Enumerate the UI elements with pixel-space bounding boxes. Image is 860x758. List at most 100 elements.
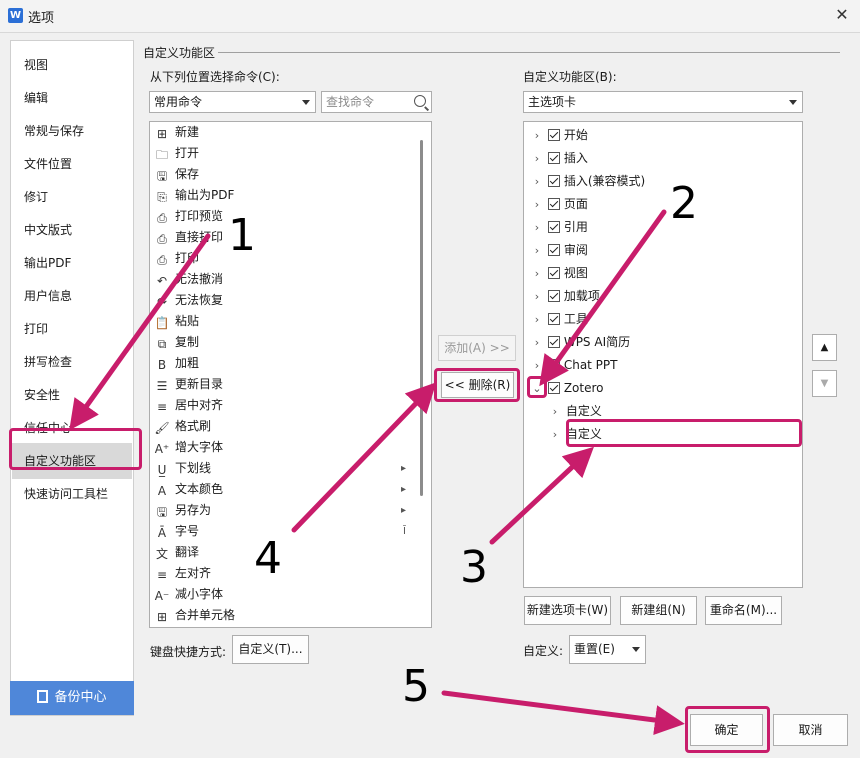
new-group-button[interactable]: 新建组(N) bbox=[620, 596, 697, 625]
tab-checkbox[interactable] bbox=[547, 198, 560, 210]
tab-checkbox[interactable] bbox=[547, 313, 560, 325]
chevron-right-icon[interactable]: › bbox=[530, 193, 544, 216]
chevron-right-icon[interactable]: › bbox=[530, 354, 544, 377]
ribbon-tab-item[interactable]: › 审阅 bbox=[530, 239, 588, 262]
command-item[interactable]: 🖫 保存 bbox=[154, 164, 414, 185]
new-tab-button[interactable]: 新建选项卡(W) bbox=[524, 596, 611, 625]
command-item[interactable]: 🖌 格式刷 bbox=[154, 416, 414, 437]
command-item[interactable]: A⁺ 增大字体 bbox=[154, 437, 414, 458]
command-item[interactable]: B 加粗 bbox=[154, 353, 414, 374]
ribbon-tree[interactable]: › 开始 › 插入 › 插入(兼容模式) › 页面 › 引用 › 审阅 › 视图 › 加载项 ›… bbox=[523, 121, 803, 588]
ribbon-tab-label: 插入(兼容模式) bbox=[563, 174, 646, 188]
ribbon-tab-item[interactable]: › 开始 bbox=[530, 124, 588, 147]
tab-checkbox[interactable] bbox=[547, 290, 560, 302]
ribbon-tab-item[interactable]: › 引用 bbox=[530, 216, 588, 239]
ribbon-tab-label: 插入 bbox=[563, 151, 588, 165]
triangle-down-icon[interactable]: ▼ bbox=[812, 370, 837, 397]
command-item[interactable]: 🖫 另存为 ▸ bbox=[154, 500, 414, 521]
tab-checkbox[interactable] bbox=[547, 267, 560, 279]
merge-cells-icon: ⊞ bbox=[156, 610, 168, 624]
close-icon[interactable]: ✕ bbox=[830, 4, 854, 26]
nav-item[interactable]: 安全性 bbox=[12, 383, 132, 407]
ribbon-tab-item[interactable]: › 插入 bbox=[530, 147, 588, 170]
chevron-right-icon[interactable]: › bbox=[530, 124, 544, 147]
command-item[interactable]: ↷ 无法恢复 bbox=[154, 290, 414, 311]
command-label: 打印预览 bbox=[175, 209, 224, 223]
tab-checkbox[interactable] bbox=[547, 221, 560, 233]
backup-center-button[interactable]: 备份中心 bbox=[10, 681, 134, 715]
command-item[interactable]: U̲ 下划线 ▸ bbox=[154, 458, 414, 479]
command-item[interactable]: ≡ 左对齐 bbox=[154, 563, 414, 584]
nav-item[interactable]: 快速访问工具栏 bbox=[12, 482, 132, 506]
chevron-right-icon[interactable]: › bbox=[530, 216, 544, 239]
chevron-right-icon[interactable]: › bbox=[548, 423, 562, 446]
command-item[interactable]: ⊞ 新建 bbox=[154, 122, 414, 143]
tab-checkbox[interactable] bbox=[547, 359, 560, 371]
command-item[interactable]: 🗀 打开 bbox=[154, 143, 414, 164]
tab-checkbox[interactable] bbox=[547, 175, 560, 187]
commands-source-combo[interactable]: 常用命令 bbox=[149, 91, 316, 113]
nav-item[interactable]: 中文版式 bbox=[12, 218, 132, 242]
command-item[interactable]: ⎙ 直接打印 bbox=[154, 227, 414, 248]
ribbon-tab-item[interactable]: › 视图 bbox=[530, 262, 588, 285]
ribbon-tab-item[interactable]: › WPS AI简历 bbox=[530, 331, 630, 354]
ribbon-tab-item[interactable]: › 加载项 bbox=[530, 285, 600, 308]
command-item[interactable]: ⎙ 打印预览 bbox=[154, 206, 414, 227]
customize-shortcut-button[interactable]: 自定义(T)... bbox=[232, 635, 309, 664]
command-item[interactable]: 文翻译 bbox=[154, 542, 414, 563]
command-label: 无法撤消 bbox=[175, 272, 224, 286]
ribbon-tab-item[interactable]: › 页面 bbox=[530, 193, 588, 216]
nav-item[interactable]: 输出PDF bbox=[12, 251, 132, 275]
nav-item[interactable]: 拼写检查 bbox=[12, 350, 132, 374]
commands-scrollbar[interactable] bbox=[420, 140, 423, 496]
nav-item[interactable]: 用户信息 bbox=[12, 284, 132, 308]
chevron-right-icon[interactable]: › bbox=[530, 308, 544, 331]
commands-list[interactable]: ⊞ 新建 🗀 打开 🖫 保存 ⎘ 输出为PDF ⎙ 打印预览 ⎙ 直接打印 ⎙ 打印 ↶ 无法撤消 ↷ 无法恢复 📋… bbox=[149, 121, 432, 628]
chevron-right-icon[interactable]: › bbox=[530, 239, 544, 262]
command-item[interactable]: 📋 粘贴 bbox=[154, 311, 414, 332]
command-item[interactable]: ≡ 居中对齐 bbox=[154, 395, 414, 416]
command-item[interactable]: Ā 字号 Ī bbox=[154, 521, 414, 542]
ribbon-tab-label: 引用 bbox=[563, 220, 588, 234]
tab-checkbox[interactable] bbox=[547, 152, 560, 164]
nav-item[interactable]: 常规与保存 bbox=[12, 119, 132, 143]
triangle-up-icon[interactable]: ▲ bbox=[812, 334, 837, 361]
wps-logo-icon: W bbox=[8, 8, 23, 23]
command-search-input[interactable]: 查找命令 bbox=[321, 91, 432, 113]
command-item[interactable]: ⧉ 复制 bbox=[154, 332, 414, 353]
nav-item[interactable]: 编辑 bbox=[12, 86, 132, 110]
chevron-right-icon[interactable]: › bbox=[530, 262, 544, 285]
cancel-button[interactable]: 取消 bbox=[773, 714, 848, 746]
command-item[interactable]: A 文本颜色 ▸ bbox=[154, 479, 414, 500]
command-item[interactable]: ⎘ 输出为PDF bbox=[154, 185, 414, 206]
rename-button[interactable]: 重命名(M)... bbox=[705, 596, 782, 625]
ribbon-tab-item[interactable]: › 插入(兼容模式) bbox=[530, 170, 645, 193]
ribbon-tab-item[interactable]: › Chat PPT bbox=[530, 354, 618, 377]
chevron-right-icon[interactable]: › bbox=[530, 285, 544, 308]
tab-checkbox[interactable] bbox=[547, 244, 560, 256]
add-button[interactable]: 添加(A) >> bbox=[438, 335, 516, 361]
nav-item[interactable]: 修订 bbox=[12, 185, 132, 209]
command-item[interactable]: ☰ 更新目录 bbox=[154, 374, 414, 395]
chevron-right-icon[interactable]: › bbox=[530, 331, 544, 354]
chevron-right-icon[interactable]: › bbox=[530, 170, 544, 193]
align-left-icon: ≡ bbox=[156, 568, 168, 582]
nav-item[interactable]: 文件位置 bbox=[12, 152, 132, 176]
nav-item[interactable]: 打印 bbox=[12, 317, 132, 341]
tab-checkbox[interactable] bbox=[547, 336, 560, 348]
tab-checkbox[interactable] bbox=[547, 382, 560, 394]
nav-item[interactable]: 视图 bbox=[12, 53, 132, 77]
ribbon-tab-label: 加载项 bbox=[563, 289, 600, 303]
chevron-right-icon[interactable]: › bbox=[530, 147, 544, 170]
ribbon-tab-item[interactable]: › 工具 bbox=[530, 308, 588, 331]
chevron-right-icon[interactable]: › bbox=[548, 400, 562, 423]
command-label: 增大字体 bbox=[175, 440, 224, 454]
command-item[interactable]: ⊞ 合并单元格 bbox=[154, 605, 414, 626]
chevron-down-icon bbox=[632, 647, 640, 652]
command-item[interactable]: ⎙ 打印 bbox=[154, 248, 414, 269]
tab-checkbox[interactable] bbox=[547, 129, 560, 141]
ribbon-tabs-combo[interactable]: 主选项卡 bbox=[523, 91, 803, 113]
reset-dropdown-button[interactable]: 重置(E) bbox=[569, 635, 646, 664]
command-item[interactable]: ↶ 无法撤消 bbox=[154, 269, 414, 290]
command-item[interactable]: A⁻ 减小字体 bbox=[154, 584, 414, 605]
